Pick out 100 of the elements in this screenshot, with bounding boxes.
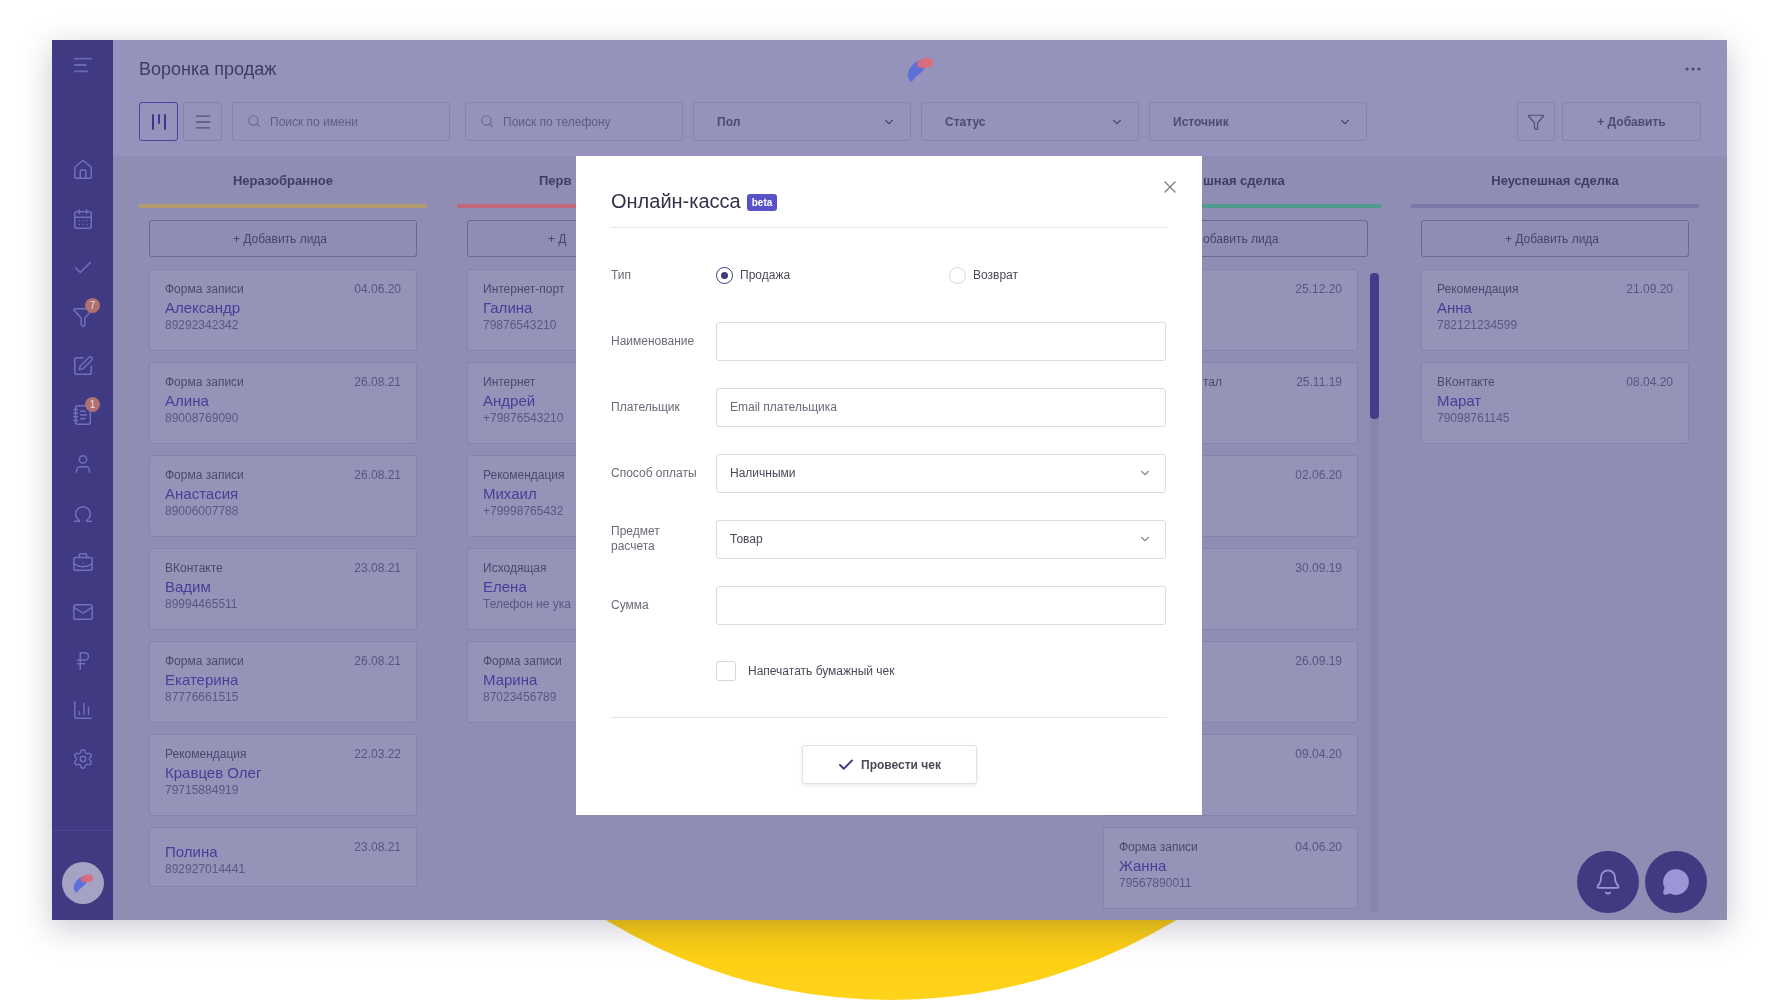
lead-card[interactable]: ВКонтакте 23.08.21 Вадим 89994465511 xyxy=(149,548,417,630)
field-label: Тип xyxy=(611,267,632,283)
lead-name: Анастасия xyxy=(165,485,239,502)
lead-phone: 782121234599 xyxy=(1437,318,1518,332)
calendar-icon[interactable] xyxy=(71,207,94,230)
home-icon[interactable] xyxy=(71,158,94,181)
dialog-title: Онлайн-касса xyxy=(611,190,741,213)
lead-phone: 87023456789 xyxy=(483,690,557,704)
radio-label: Продажа xyxy=(740,268,791,282)
field-label: Плательщик xyxy=(611,399,681,415)
edit-icon[interactable] xyxy=(71,355,94,378)
radio-label: Возврат xyxy=(973,268,1018,282)
lead-card[interactable]: Полина 23.08.21 892927014441 xyxy=(149,827,417,887)
lead-source: Форма записи xyxy=(165,468,244,482)
checkbox-label: Напечатать бумажный чек xyxy=(748,664,895,678)
lead-source: Форма записи xyxy=(165,375,244,389)
submit-button[interactable]: Провести чек xyxy=(801,745,977,784)
input-field[interactable] xyxy=(716,321,1166,361)
scrollbar[interactable] xyxy=(1370,273,1379,913)
list-view-button[interactable] xyxy=(183,102,222,141)
lead-card[interactable]: Форма записи 04.06.20 Жанна 79567890011 xyxy=(1103,827,1358,909)
lead-source: Форма записи xyxy=(165,282,244,296)
lead-card[interactable]: Форма записи 26.08.21 Анастасия 89006007788 xyxy=(149,455,417,537)
lead-source: Исходящая xyxy=(483,561,547,575)
lead-card[interactable]: ВКонтакте 08.04.20 Марат 79098761145 xyxy=(1421,362,1689,444)
lead-date: 23.08.21 xyxy=(354,561,401,575)
checkbox[interactable] xyxy=(716,661,736,681)
lead-name: Алина xyxy=(165,392,209,409)
input-field[interactable] xyxy=(716,585,1166,625)
bell-icon xyxy=(1594,868,1622,896)
lead-source: Интернет xyxy=(483,375,536,389)
lead-phone: 89994465511 xyxy=(165,597,238,611)
lead-source: Интернет-порт xyxy=(483,282,565,296)
lead-name: Галина xyxy=(483,299,533,316)
column-title: Неуспешная сделка xyxy=(1491,172,1619,188)
lead-date: 22.03.22 xyxy=(354,747,401,761)
lead-phone: +79876543210 xyxy=(483,411,564,425)
lead-date: 08.04.20 xyxy=(1626,375,1673,389)
filter-icon xyxy=(1527,112,1545,131)
add-lead-button[interactable]: + Добавить лида xyxy=(1421,220,1689,257)
lead-name: Жанна xyxy=(1119,857,1167,874)
column-title: Перв xyxy=(539,172,572,188)
lead-source: ВКонтакте xyxy=(165,561,223,575)
lead-source: ВКонтакте xyxy=(1437,375,1495,389)
add-button[interactable]: + Добавить xyxy=(1562,102,1701,141)
lead-date: 25.12.20 xyxy=(1295,282,1342,296)
lead-phone: 89006007788 xyxy=(165,504,239,518)
lead-source: Рекомендация xyxy=(483,468,565,482)
lead-phone: 89008769090 xyxy=(165,411,239,425)
filter-button[interactable] xyxy=(1517,102,1555,141)
lead-source: Рекомендация xyxy=(1437,282,1519,296)
lead-phone: Телефон не ука xyxy=(483,597,571,611)
lead-date: 26.08.21 xyxy=(354,654,401,668)
lead-source: Форма записи xyxy=(165,654,244,668)
chat-icon xyxy=(1662,868,1690,896)
lead-name: Полина xyxy=(165,843,218,860)
settings-icon[interactable] xyxy=(71,748,94,771)
add-lead-button[interactable]: + Добавить лида xyxy=(149,220,417,257)
lead-date: 30.09.19 xyxy=(1295,561,1342,575)
lead-source: Форма записи xyxy=(1119,840,1198,854)
field-label: Наименование xyxy=(611,333,696,349)
count-badge: 1 xyxy=(85,396,100,412)
lead-card[interactable]: Рекомендация 21.09.20 Анна 782121234599 xyxy=(1421,269,1689,351)
column-title: шная сделка xyxy=(1203,172,1285,188)
select-field[interactable]: Наличными xyxy=(716,453,1166,493)
input-field[interactable]: Email плательщика xyxy=(716,387,1166,427)
lead-phone: 79098761145 xyxy=(1437,411,1510,425)
lead-source: тал xyxy=(1203,375,1223,389)
page-title: Воронка продаж xyxy=(139,58,277,80)
lead-date: 21.09.20 xyxy=(1626,282,1673,296)
briefcase-icon[interactable] xyxy=(71,551,94,574)
lead-date: 26.08.21 xyxy=(354,375,401,389)
lead-card[interactable]: Форма записи 26.08.21 Екатерина 87776661515 xyxy=(149,641,417,723)
field-label: Предмет расчета xyxy=(611,524,661,554)
search-icon xyxy=(247,114,261,128)
lead-name: Елена xyxy=(483,578,527,595)
more-icon xyxy=(1685,67,1701,71)
chart-icon[interactable] xyxy=(71,699,94,722)
lead-phone: 87776661515 xyxy=(165,690,239,704)
kanban-view-button[interactable] xyxy=(139,102,178,141)
lead-source: Рекомендация xyxy=(165,747,247,761)
profile-avatar[interactable] xyxy=(61,861,104,904)
lead-date: 25.11.19 xyxy=(1296,375,1342,389)
lead-card[interactable]: Форма записи 26.08.21 Алина 89008769090 xyxy=(149,362,417,444)
lead-date: 04.06.20 xyxy=(1295,840,1342,854)
lead-date: 02.06.20 xyxy=(1295,468,1342,482)
lead-name: Екатерина xyxy=(165,671,239,688)
filter-dropdown[interactable]: Пол xyxy=(693,102,911,141)
filter-dropdown[interactable]: Статус xyxy=(921,102,1139,141)
lead-name: Вадим xyxy=(165,578,211,595)
field-label: Сумма xyxy=(611,597,650,613)
lead-card[interactable]: Рекомендация 22.03.22 Кравцев Олег 79715884919 xyxy=(149,734,417,816)
more-button[interactable] xyxy=(1685,67,1701,71)
lead-name: Андрей xyxy=(483,392,536,409)
select-field[interactable]: Товар xyxy=(716,519,1166,559)
lead-phone: +79998765432 xyxy=(483,504,564,518)
lead-date: 23.08.21 xyxy=(354,840,401,854)
filter-dropdown[interactable]: Источник xyxy=(1149,102,1367,141)
lead-card[interactable]: Форма записи 04.06.20 Александр 89292342342 xyxy=(149,269,417,351)
lead-date: 26.08.21 xyxy=(354,468,401,482)
